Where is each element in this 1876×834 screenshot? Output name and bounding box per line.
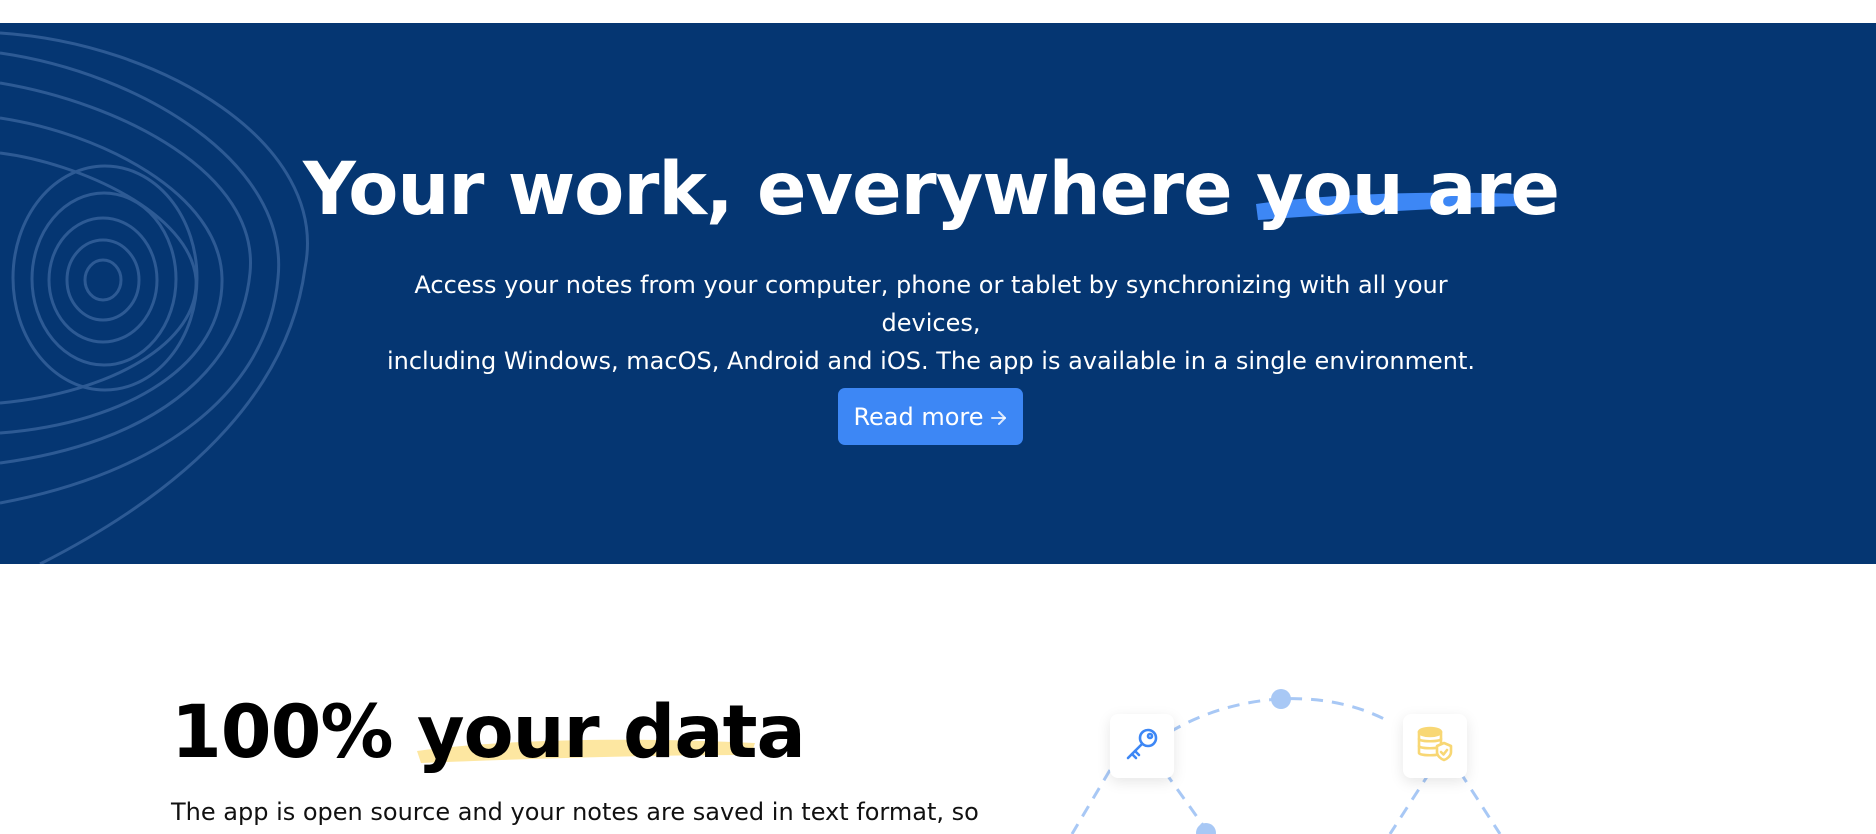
diagram-node-bottom xyxy=(1196,823,1216,834)
data-title-highlight: your data xyxy=(416,696,806,769)
read-more-label: Read more xyxy=(853,402,984,431)
database-card xyxy=(1403,714,1467,778)
hero-subtitle-line-1: Access your notes from your computer, ph… xyxy=(414,271,1448,337)
hero-subtitle-line-2: including Windows, macOS, Android and iO… xyxy=(386,347,1476,375)
data-title-lead: 100% xyxy=(171,690,417,775)
data-section-description: The app is open source and your notes ar… xyxy=(171,798,979,826)
database-shield-icon xyxy=(1414,723,1456,769)
key-card xyxy=(1110,714,1174,778)
sync-diagram xyxy=(1060,680,1520,834)
read-more-button[interactable]: Read more xyxy=(838,388,1023,445)
contour-lines-decoration xyxy=(0,31,309,564)
hero-section: Your work, everywhere you are Access you… xyxy=(0,23,1876,564)
arrow-right-icon xyxy=(990,410,1008,426)
data-section-title: 100% your data xyxy=(171,696,806,769)
key-icon xyxy=(1122,724,1162,768)
hero-title-highlight: you are xyxy=(1256,153,1560,226)
hero-title-lead: Your work, everywhere xyxy=(303,147,1257,232)
diagram-node-top xyxy=(1271,689,1291,709)
hero-subtitle: Access your notes from your computer, ph… xyxy=(380,266,1482,380)
hero-title: Your work, everywhere you are xyxy=(0,153,1862,226)
